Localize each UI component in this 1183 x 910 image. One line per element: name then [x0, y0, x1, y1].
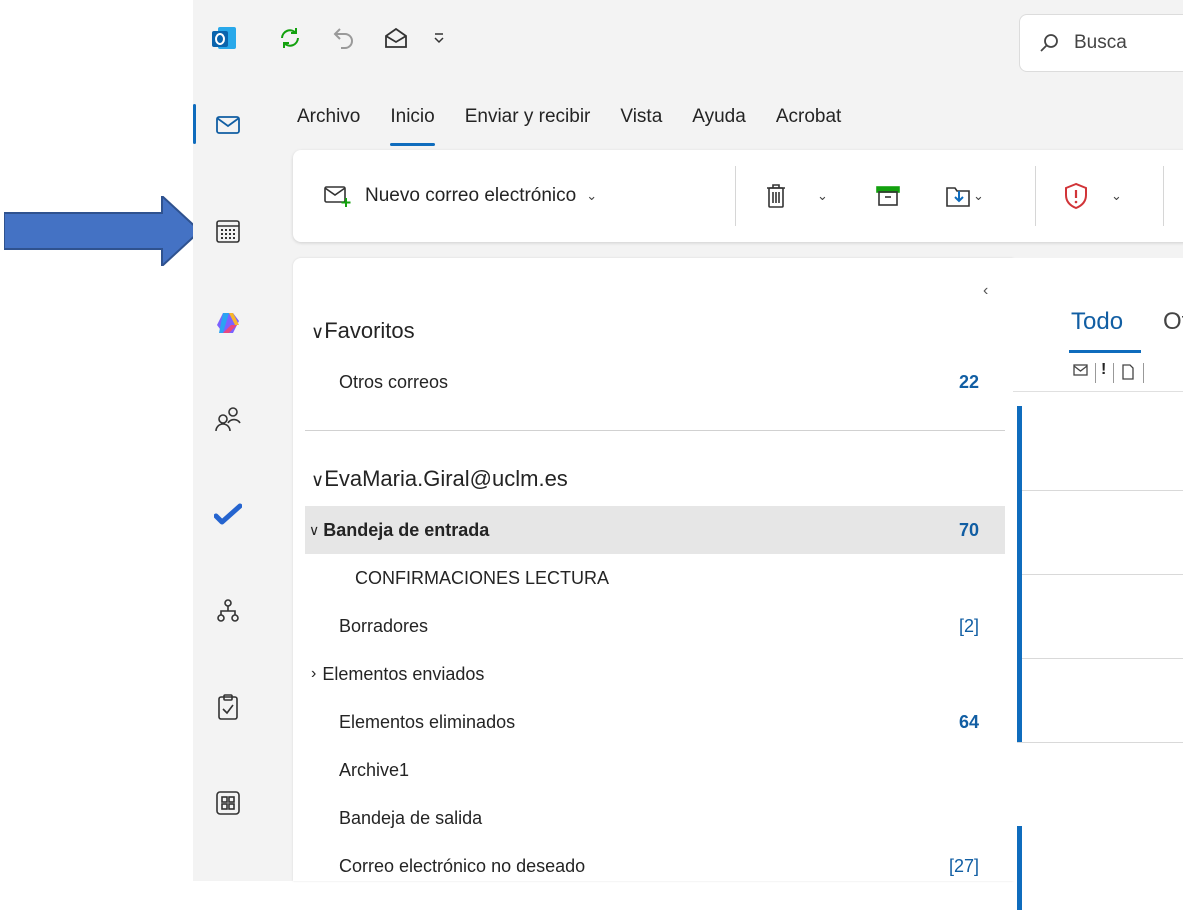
title-bar: Busca: [193, 0, 1183, 88]
tab-other[interactable]: Ot: [1163, 308, 1183, 336]
new-mail-icon: [324, 186, 351, 207]
tab-vista[interactable]: Vista: [620, 100, 662, 140]
tab-acrobat[interactable]: Acrobat: [776, 100, 841, 140]
favorites-header[interactable]: ∨Favoritos: [311, 318, 415, 344]
chevron-down-icon[interactable]: ⌄: [973, 188, 984, 204]
todo-check-icon[interactable]: [203, 490, 253, 540]
column-divider: [1095, 363, 1096, 383]
customize-toolbar-icon[interactable]: [429, 22, 449, 54]
message-row[interactable]: [1017, 658, 1183, 743]
tab-enviar-recibir[interactable]: Enviar y recibir: [465, 100, 591, 140]
folder-item-drafts[interactable]: Borradores [2]: [305, 602, 1005, 650]
item-count: [27]: [948, 855, 979, 876]
calendar-icon[interactable]: [203, 206, 253, 256]
ribbon: Nuevo correo electrónico ⌄ ⌄ ⌄ ⌄: [293, 150, 1183, 242]
unread-indicator: [1017, 490, 1022, 574]
column-divider: [1113, 363, 1114, 383]
tab-ayuda[interactable]: Ayuda: [692, 100, 746, 140]
folder-item-inbox[interactable]: ∨ Bandeja de entrada 70: [305, 506, 1005, 554]
folder-item-sent[interactable]: › Elementos enviados: [305, 650, 1005, 698]
search-box[interactable]: Busca: [1019, 14, 1183, 72]
ribbon-divider: [1035, 166, 1036, 226]
new-mail-button[interactable]: Nuevo correo electrónico ⌄: [323, 150, 597, 242]
importance-icon[interactable]: !: [1101, 361, 1106, 379]
active-indicator: [193, 104, 196, 144]
delete-button[interactable]: ⌄: [765, 150, 828, 242]
folder-item-deleted[interactable]: Elementos eliminados 64: [305, 698, 1005, 746]
outlook-logo-icon: [209, 22, 239, 54]
archive-icon: [876, 186, 900, 206]
chevron-down-icon[interactable]: ⌄: [586, 188, 597, 204]
folder-item[interactable]: Otros correos 22: [305, 358, 1005, 406]
annotation-arrow: [4, 196, 202, 266]
nav-rail: [193, 88, 279, 881]
sync-icon[interactable]: [275, 22, 305, 54]
search-icon: [1040, 34, 1058, 52]
folder-item[interactable]: CONFIRMACIONES LECTURA: [305, 554, 1005, 602]
column-headers: !: [1013, 355, 1183, 392]
chevron-down-icon[interactable]: ⌄: [817, 188, 828, 204]
message-row[interactable]: [1017, 490, 1183, 575]
unread-count: 22: [958, 371, 979, 392]
tab-inicio[interactable]: Inicio: [390, 100, 436, 146]
ribbon-divider: [735, 166, 736, 226]
archive-button[interactable]: [875, 150, 901, 242]
shield-alert-icon: [1065, 182, 1087, 210]
new-mail-label: Nuevo correo electrónico: [365, 185, 577, 206]
search-placeholder: Busca: [1074, 32, 1127, 53]
message-row[interactable]: [1017, 574, 1183, 659]
chevron-down-icon: ∨: [311, 470, 325, 490]
undo-icon[interactable]: [329, 22, 359, 54]
message-row[interactable]: [1017, 406, 1183, 491]
active-tab-indicator: [1069, 350, 1141, 353]
clipboard-check-icon[interactable]: [203, 682, 253, 732]
tab-archivo[interactable]: Archivo: [297, 100, 360, 140]
copilot-icon[interactable]: [203, 298, 253, 348]
item-count: [2]: [958, 615, 979, 636]
folder-item[interactable]: Archive1: [305, 746, 1005, 794]
message-row[interactable]: [1017, 826, 1183, 910]
people-icon[interactable]: [203, 394, 253, 444]
unread-indicator: [1017, 406, 1022, 490]
message-list: Todo Ot !: [1013, 258, 1183, 910]
tab-todo[interactable]: Todo: [1071, 308, 1123, 336]
chevron-down-icon[interactable]: ⌄: [1111, 188, 1122, 204]
chevron-down-icon: ∨: [311, 322, 325, 342]
apps-grid-icon[interactable]: [203, 778, 253, 828]
org-chart-icon[interactable]: [203, 586, 253, 636]
folder-item-junk[interactable]: Correo electrónico no deseado [27]: [305, 842, 1005, 890]
trash-icon: [767, 184, 785, 208]
ribbon-divider: [1163, 166, 1164, 226]
move-folder-icon: [946, 187, 970, 207]
section-divider: [305, 430, 1005, 431]
attachment-doc-icon[interactable]: [1121, 364, 1135, 380]
chevron-down-icon: ∨: [309, 521, 320, 538]
account-header[interactable]: ∨EvaMaria.Giral@uclm.es: [311, 466, 568, 492]
chevron-right-icon: ›: [311, 665, 317, 682]
column-divider: [1143, 363, 1144, 383]
menu-tabs: Archivo Inicio Enviar y recibir Vista Ay…: [297, 100, 871, 146]
envelope-open-icon[interactable]: [381, 22, 411, 54]
unread-indicator: [1017, 826, 1022, 910]
outlook-window: Busca Archivo Inicio Enviar y recibir Vi…: [193, 0, 1183, 910]
unread-count: 64: [958, 711, 979, 732]
folder-item-outbox[interactable]: Bandeja de salida: [305, 794, 1005, 842]
envelope-icon[interactable]: [1073, 363, 1089, 379]
unread-indicator: [1017, 574, 1022, 658]
move-button[interactable]: ⌄: [945, 150, 984, 242]
collapse-pane-icon[interactable]: ‹: [983, 282, 988, 300]
mail-icon[interactable]: [203, 100, 253, 150]
unread-indicator: [1017, 658, 1022, 742]
unread-count: 70: [958, 519, 979, 540]
report-button[interactable]: ⌄: [1063, 150, 1122, 242]
folder-pane: ‹ ∨Favoritos Otros correos 22 ∨EvaMaria.…: [293, 258, 1013, 881]
